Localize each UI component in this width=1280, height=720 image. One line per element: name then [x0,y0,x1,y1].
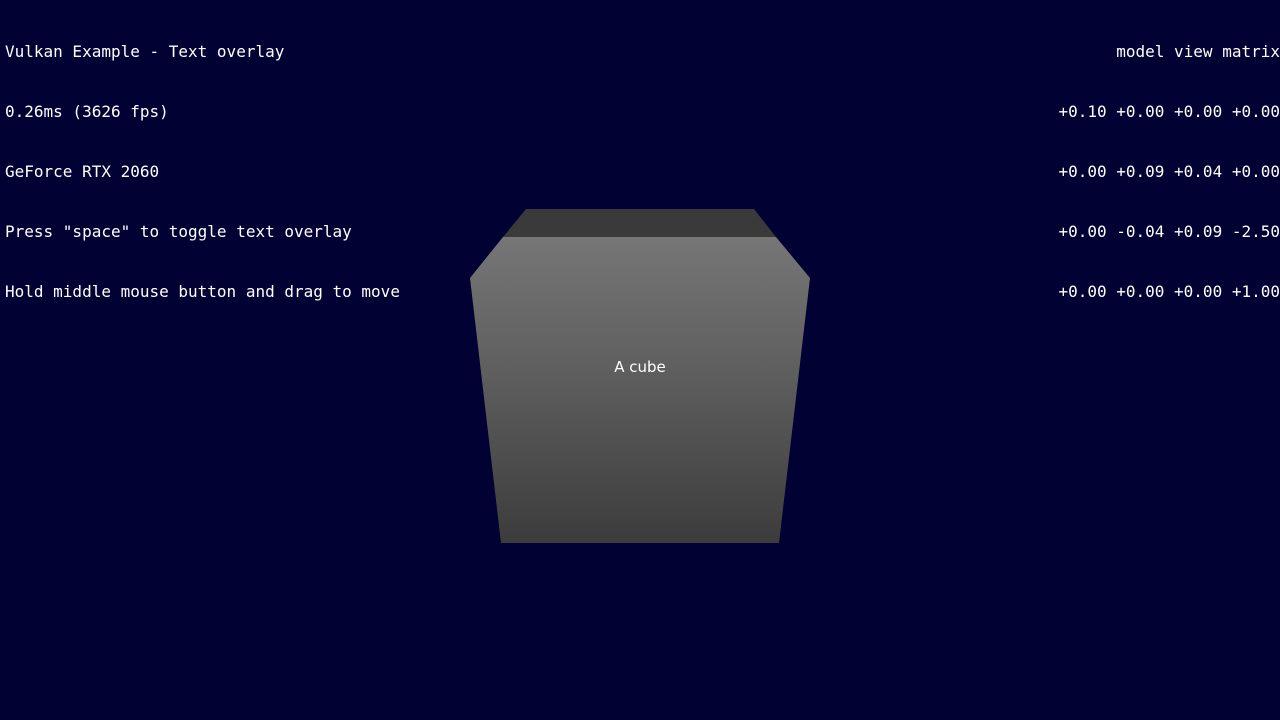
matrix-row: +0.00 -0.04 +0.09 -2.50 [1058,222,1280,241]
text-overlay-left: Vulkan Example - Text overlay 0.26ms (36… [5,2,400,342]
matrix-overlay: model view matrix +0.10 +0.00 +0.00 +0.0… [1058,2,1280,342]
matrix-label: model view matrix [1116,42,1280,61]
window-title: Vulkan Example - Text overlay [5,42,285,61]
gpu-name: GeForce RTX 2060 [5,162,160,181]
hint-toggle-overlay: Press "space" to toggle text overlay [5,222,352,241]
cube-top-face [503,209,776,237]
cube-front-face [470,237,810,543]
frame-time: 0.26ms (3626 fps) [5,102,169,121]
cube-label: A cube [614,358,666,376]
render-viewport[interactable]: A cube Vulkan Example - Text overlay 0.2… [0,0,1280,720]
matrix-row: +0.00 +0.09 +0.04 +0.00 [1058,162,1280,181]
matrix-row: +0.00 +0.00 +0.00 +1.00 [1058,282,1280,301]
hint-move: Hold middle mouse button and drag to mov… [5,282,400,301]
matrix-row: +0.10 +0.00 +0.00 +0.00 [1058,102,1280,121]
